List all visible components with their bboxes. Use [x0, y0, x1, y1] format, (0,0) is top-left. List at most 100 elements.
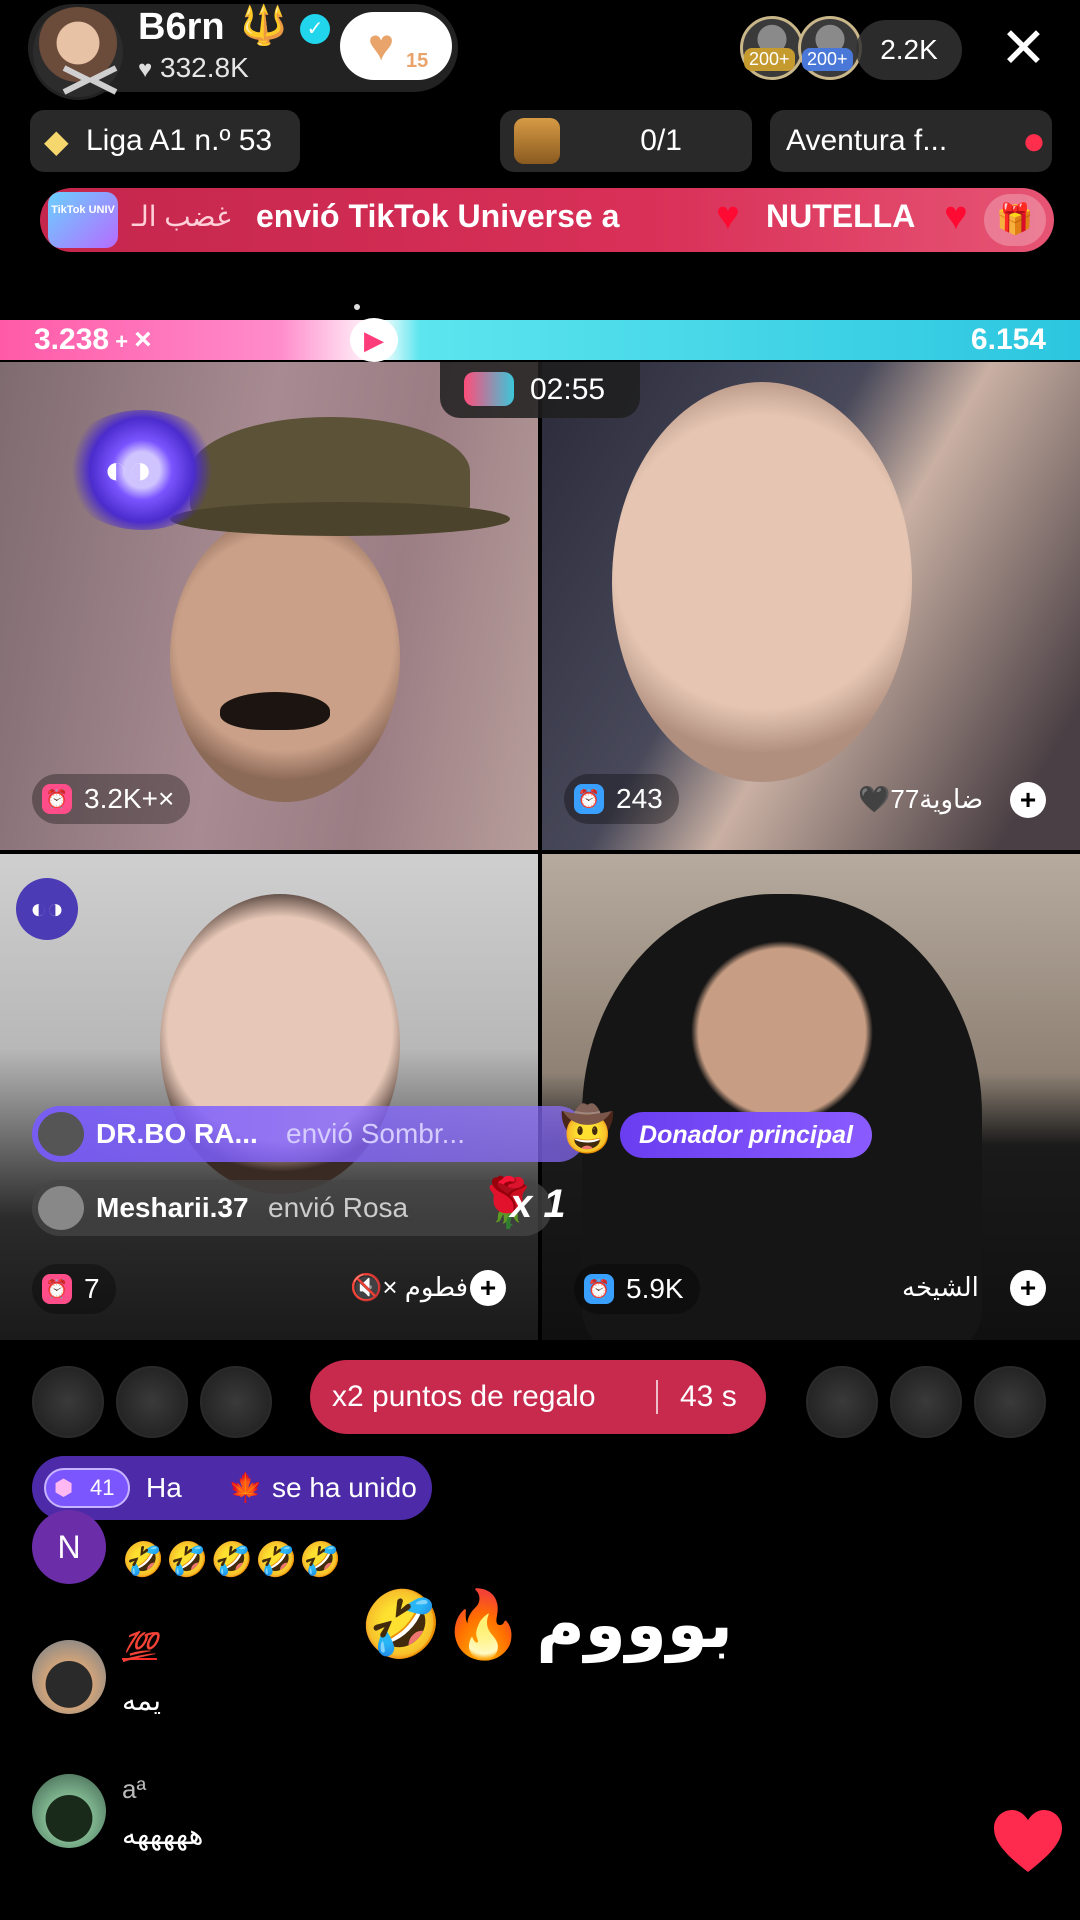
comment-text: يمه: [122, 1685, 161, 1716]
battle-left-value: 3.238: [34, 323, 110, 356]
gift-notification: DR.BO RA... envió Sombr... 🤠: [32, 1105, 615, 1162]
comment-avatar[interactable]: N: [32, 1510, 106, 1584]
mustache-effect: [220, 692, 330, 730]
participant-name-text: 77ضاوية: [890, 784, 984, 814]
join-text: se ha unido: [272, 1472, 417, 1503]
top-donor-badge: Donador principal: [620, 1112, 872, 1158]
tiger-icon: [514, 118, 560, 164]
participant-name-text: فطوم: [404, 1272, 469, 1302]
tile-stat: ⏰ 5.9K: [574, 1264, 700, 1314]
divider: [656, 1380, 658, 1414]
team-avatar[interactable]: [32, 1366, 104, 1438]
comment-avatar[interactable]: [32, 1774, 106, 1848]
tile-stat: ⏰ 7: [32, 1264, 116, 1314]
gift-action: envió Rosa: [268, 1192, 409, 1223]
tile-stat: ⏰ 243: [564, 774, 679, 824]
sombrero-icon: 🤠: [560, 1105, 615, 1154]
battle-multiplier: ×: [134, 323, 152, 356]
team-avatar[interactable]: [200, 1366, 272, 1438]
follow-button[interactable]: ♥ 15: [340, 12, 452, 80]
team-avatar[interactable]: [116, 1366, 188, 1438]
battle-gift-icon: [464, 372, 514, 406]
participant-name: 🖤77ضاوية: [858, 776, 983, 822]
gift-recipient: NUTELLA: [766, 198, 916, 234]
gift-points-label: x2 puntos de regalo: [332, 1380, 596, 1413]
team-avatar[interactable]: [806, 1366, 878, 1438]
league-pill[interactable]: ◆ Liga A1 n.º 53: [30, 110, 300, 172]
follow-plus-button[interactable]: +: [1010, 1270, 1046, 1306]
alarm-icon: ⏰: [584, 1274, 614, 1304]
gift-message: envió TikTok Universe a: [256, 198, 620, 234]
league-label: Liga A1 n.º 53: [86, 124, 273, 157]
battle-arrow-icon: ▶: [350, 318, 398, 362]
level-value: 41: [90, 1475, 115, 1500]
participant-name: الشيخه: [902, 1272, 979, 1302]
level-icon: ⬢: [54, 1475, 74, 1500]
viewer-count[interactable]: 2.2K: [856, 20, 962, 80]
team-avatar[interactable]: [890, 1366, 962, 1438]
tile-stat: ⏰ 3.2K+×: [32, 774, 191, 824]
like-heart-icon[interactable]: [992, 1808, 1064, 1874]
joined-user-name: Ha: [146, 1472, 182, 1503]
battle-left-score: 3.238 + ×: [34, 323, 152, 356]
video-tile-3[interactable]: ◐◑ ⏰ 7 🔇× فطوم +: [0, 854, 538, 1340]
apple-icon: ●: [1021, 119, 1046, 163]
host-name: B6rn: [138, 6, 225, 48]
tile-stat-suffix: ×: [157, 783, 175, 814]
gift-points-pill[interactable]: x2 puntos de regalo 43 s: [310, 1360, 766, 1434]
heart-icon: 🖤: [858, 784, 891, 814]
video-tile-4[interactable]: ⏰ 5.9K الشيخه +: [542, 854, 1080, 1340]
video-tile-1[interactable]: ◐◑ ⏰ 3.2K+×: [0, 362, 538, 850]
host-likes-value: 332.8K: [160, 52, 249, 83]
team-avatar[interactable]: [974, 1366, 1046, 1438]
leaf-icon: 🍁: [228, 1472, 263, 1503]
heart-icon: ♥: [944, 194, 968, 238]
comment-avatar[interactable]: [32, 1640, 106, 1714]
tile-stat-value: 243: [616, 783, 663, 814]
gift-points-seconds: 43 s: [680, 1380, 737, 1413]
sender-name: Mesharii.37: [96, 1192, 249, 1223]
alarm-icon: ⏰: [42, 1274, 72, 1304]
battle-right-score: 6.154: [970, 323, 1046, 356]
laugh-fire-icon: 🤣🔥: [360, 1587, 525, 1661]
page-indicator-dot: [354, 304, 360, 310]
diamond-icon: ◆: [44, 123, 69, 159]
host-likes: ♥ 332.8K: [138, 52, 249, 84]
hat-brim: [170, 502, 510, 536]
close-button[interactable]: ✕: [1000, 18, 1047, 78]
participant-name: 🔇× فطوم: [350, 1264, 468, 1310]
verified-icon: ✓: [300, 14, 330, 44]
mask-icon[interactable]: ◐◑: [16, 878, 78, 940]
top-viewer-tag: 200+: [802, 48, 853, 71]
video-caption: 🤣🔥 بوووم: [360, 1586, 733, 1664]
heart-icon: ♥: [368, 21, 395, 70]
participant-face: [170, 512, 400, 802]
heart-icon: ♥: [138, 56, 153, 83]
gift-icon[interactable]: 🎁: [984, 194, 1046, 246]
follow-plus-button[interactable]: +: [1010, 782, 1046, 818]
trident-icon: 🔱: [240, 5, 288, 47]
muted-icon: 🔇×: [350, 1272, 398, 1302]
score-pill[interactable]: 0/1: [500, 110, 752, 172]
gift-banner[interactable]: TikTok UNIV غضب الـ envió TikTok Univers…: [40, 188, 1054, 252]
comment-text: 🤣🤣🤣🤣🤣: [122, 1541, 344, 1579]
gift-combo: x 1: [510, 1182, 566, 1226]
adventure-pill[interactable]: Aventura f... ●: [770, 110, 1052, 172]
timer-value: 02:55: [530, 373, 606, 406]
alarm-icon: ⏰: [574, 784, 604, 814]
follow-plus-button[interactable]: +: [470, 1270, 506, 1306]
sender-name: DR.BO RA...: [96, 1118, 258, 1149]
participant-face: [612, 382, 912, 782]
comment-text: هههههه: [122, 1819, 204, 1850]
gift-action: envió Sombr...: [286, 1118, 465, 1149]
video-tile-2[interactable]: ⏰ 243 🖤77ضاوية +: [542, 362, 1080, 850]
join-notification: ⬢ 41 Ha 🍁 se ha unido: [32, 1456, 432, 1520]
score-value: 0/1: [640, 124, 682, 157]
hundred-icon: 💯: [122, 1631, 157, 1662]
adventure-label: Aventura f...: [786, 124, 948, 157]
top-viewer-tag: 200+: [744, 48, 795, 71]
gift-sender: غضب الـ: [132, 201, 231, 232]
mask-effect-icon: ◐◑: [62, 410, 222, 530]
tile-stat-value: 5.9K: [626, 1273, 684, 1304]
sender-avatar: [38, 1186, 84, 1230]
